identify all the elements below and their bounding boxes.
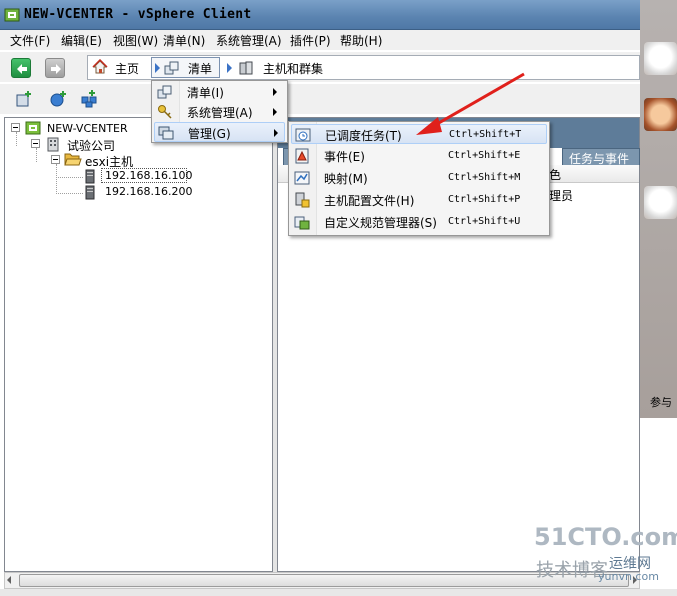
menu-item-shortcut: Ctrl+Shift+U: [448, 216, 521, 227]
watermark-text: 51CTO.com: [534, 523, 677, 551]
tree-collapse-toggle[interactable]: [31, 139, 40, 148]
contact-avatar[interactable]: [644, 186, 677, 219]
menu-edit[interactable]: 编辑(E): [61, 32, 102, 49]
tab-tasks-events[interactable]: 任务与事件: [562, 148, 640, 166]
submenu-arrow-icon: [274, 129, 278, 137]
list-cell-role: 理员: [549, 189, 574, 203]
right-strip-label: 参与: [650, 396, 672, 409]
tree-connector: [36, 148, 37, 162]
annotation-arrow-icon: [416, 72, 525, 135]
menu-bar: 文件(F) 编辑(E) 视图(W) 清单(N) 系统管理(A) 插件(P) 帮助…: [0, 30, 640, 50]
home-icon: [92, 59, 108, 74]
chevron-right-icon: [155, 63, 160, 73]
menu-item-label: 自定义规范管理器(S): [324, 216, 437, 230]
breadcrumb-inventory[interactable]: 清单: [188, 60, 212, 77]
inventory-icon: [164, 61, 179, 75]
submenu-arrow-icon: [273, 88, 277, 96]
breadcrumb-hosts-clusters[interactable]: 主机和群集: [263, 60, 323, 77]
column-header-role[interactable]: 色: [549, 166, 561, 183]
watermark-text: yunvn.com: [598, 570, 659, 583]
toolbar: [0, 84, 640, 114]
menu-item-label: 事件(E): [324, 150, 365, 164]
tree-node-host[interactable]: 192.168.16.200: [105, 185, 192, 198]
menu-administration[interactable]: 系统管理(A): [216, 32, 282, 49]
navigation-bar: 主页 清单 主机和群集: [0, 52, 640, 82]
tree-collapse-toggle[interactable]: [51, 155, 60, 164]
menu-item-maps[interactable]: 映射(M) Ctrl+Shift+M: [291, 168, 547, 188]
tree-connector: [56, 164, 57, 194]
scheduled-tasks-icon: [295, 128, 311, 142]
menu-item-host-profiles[interactable]: 主机配置文件(H) Ctrl+Shift+P: [291, 190, 547, 210]
vsphere-logo-icon: [4, 8, 20, 22]
menu-item-customization-manager[interactable]: 自定义规范管理器(S) Ctrl+Shift+U: [291, 212, 547, 232]
folder-open-icon: [64, 153, 82, 166]
chevron-right-icon: [227, 63, 232, 73]
menu-item-label: 映射(M): [324, 172, 368, 186]
host-profiles-icon: [295, 192, 310, 208]
tree-node-host[interactable]: 192.168.16.100: [105, 169, 192, 182]
menu-inventory[interactable]: 清单(N): [163, 32, 205, 49]
menu-item-shortcut: Ctrl+Shift+M: [448, 172, 521, 183]
datacenter-icon: [47, 137, 59, 152]
menu-item-label: 系统管理(A): [187, 106, 253, 120]
tab-tasks-events-label: 任务与事件: [569, 152, 630, 166]
new-datacenter-icon[interactable]: [14, 90, 34, 108]
back-button[interactable]: [11, 58, 31, 78]
inventory-icon: [157, 85, 172, 99]
arrow-right-icon: [51, 64, 61, 74]
menu-view[interactable]: 视图(W): [113, 32, 158, 49]
status-bar: [0, 589, 677, 596]
manage-icon: [158, 126, 174, 140]
menu-item-events[interactable]: 事件(E) Ctrl+Shift+E: [291, 146, 547, 166]
menu-item-label: 管理(G): [188, 127, 231, 141]
menu-help[interactable]: 帮助(H): [340, 32, 382, 49]
menu-item-shortcut: Ctrl+Shift+P: [448, 194, 521, 205]
breadcrumb: 主页 清单 主机和群集: [87, 55, 640, 80]
forward-button[interactable]: [45, 58, 65, 78]
new-cluster-icon[interactable]: [80, 90, 100, 108]
tree-collapse-toggle[interactable]: [11, 123, 20, 132]
inventory-dropdown-menu: 清单(I) 系统管理(A) 管理(G): [151, 80, 288, 143]
menu-item-label: 主机配置文件(H): [324, 194, 415, 208]
menu-item-manage[interactable]: 管理(G): [154, 122, 285, 142]
tree-node-vcenter[interactable]: NEW-VCENTER: [47, 122, 128, 135]
events-icon: [295, 148, 309, 164]
tree-connector: [16, 132, 17, 146]
menu-item-label: 清单(I): [187, 86, 224, 100]
host-icon: [85, 169, 95, 184]
contact-avatar[interactable]: [644, 42, 677, 75]
hosts-clusters-icon: [239, 61, 253, 75]
new-host-icon[interactable]: [48, 90, 68, 108]
submenu-arrow-icon: [273, 108, 277, 116]
title-bar: NEW-VCENTER - vSphere Client: [0, 0, 640, 30]
host-icon: [85, 185, 95, 200]
menu-file[interactable]: 文件(F): [10, 32, 50, 49]
menu-item-shortcut: Ctrl+Shift+E: [448, 150, 521, 161]
menu-plugins[interactable]: 插件(P): [290, 32, 331, 49]
inventory-tree-pane: NEW-VCENTER 试验公司 esxi主机 192.168.16.100 1…: [4, 117, 273, 572]
maps-icon: [294, 171, 310, 185]
window-title: NEW-VCENTER - vSphere Client: [24, 7, 252, 22]
keys-icon: [158, 105, 172, 119]
menu-item-inventory[interactable]: 清单(I): [154, 82, 285, 102]
menu-item-administration[interactable]: 系统管理(A): [154, 102, 285, 122]
menu-item-label: 已调度任务(T): [325, 129, 402, 143]
scroll-left-icon[interactable]: [7, 576, 11, 584]
contact-avatar[interactable]: [644, 98, 677, 131]
customization-specs-icon: [294, 216, 310, 230]
tree-connector: [56, 177, 83, 178]
vcenter-icon: [25, 121, 41, 135]
tree-connector: [56, 193, 83, 194]
manage-submenu: 已调度任务(T) Ctrl+Shift+T 事件(E) Ctrl+Shift+E…: [288, 121, 550, 236]
arrow-left-icon: [17, 64, 27, 74]
breadcrumb-home[interactable]: 主页: [115, 60, 139, 77]
